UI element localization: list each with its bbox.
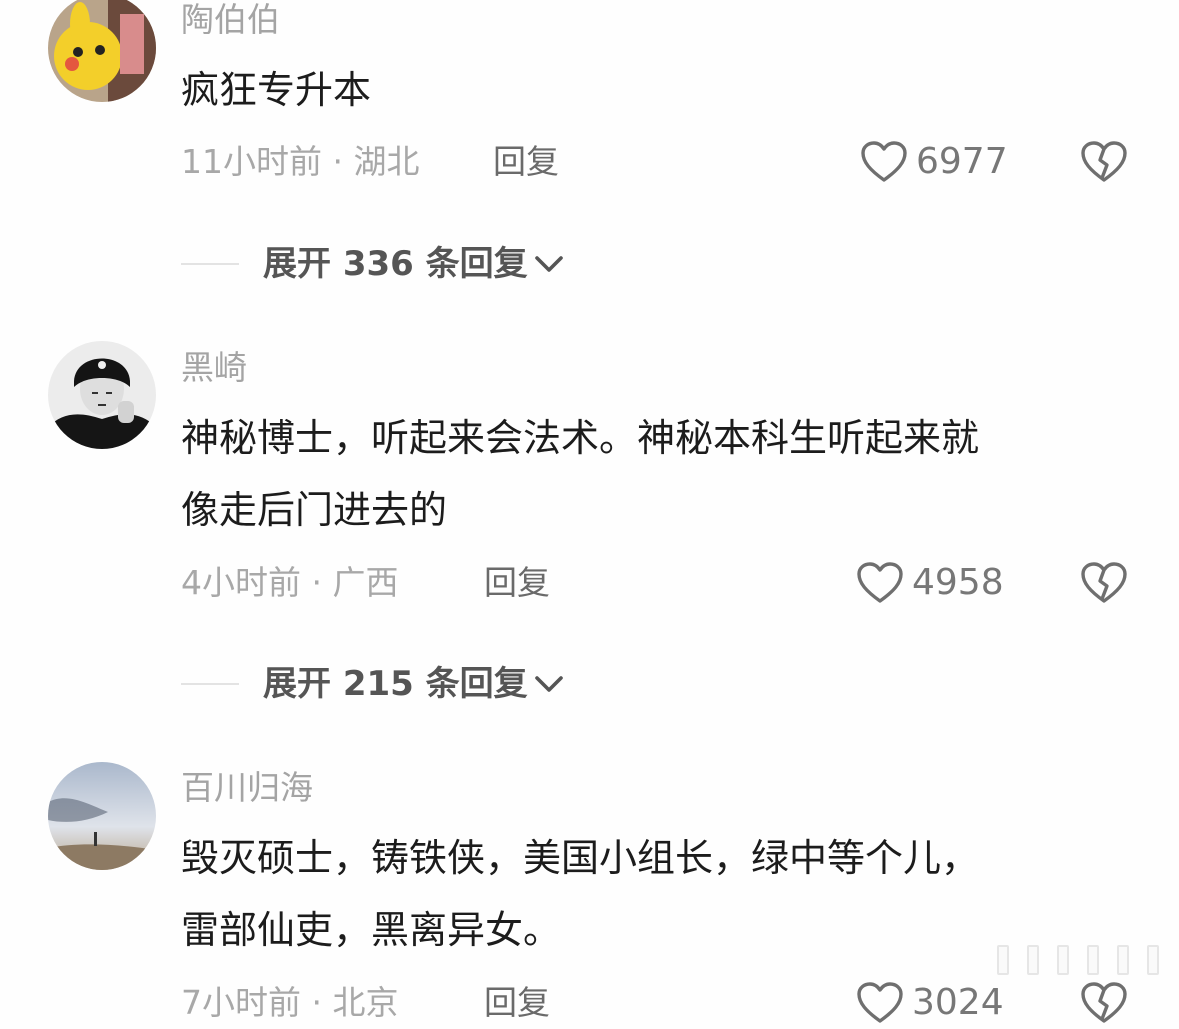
like-count: 6977 [916,141,1008,182]
comment-time-location: 11小时前 · 湖北 [181,142,420,181]
dislike-button[interactable] [1080,561,1128,609]
comment-text-line: 神秘博士，听起来会法术。神秘本科生听起来就 [181,416,980,460]
avatar[interactable] [48,762,156,870]
like-count: 3024 [912,982,1004,1023]
like-button[interactable]: 3024 [856,981,1004,1025]
comment-text: 神秘博士，听起来会法术。神秘本科生听起来就 像走后门进去的 [181,402,979,546]
like-button[interactable]: 4958 [856,561,1004,605]
dislike-button[interactable] [1080,140,1128,188]
expand-replies-label: 展开 336 条回复 [263,244,528,284]
watermark [997,945,1159,975]
expand-replies-button[interactable]: 展开 336 条回复 [181,244,564,284]
like-count: 4958 [912,562,1004,603]
broken-heart-icon [1081,562,1127,603]
broken-heart-icon [1081,141,1127,182]
broken-heart-icon [1081,982,1127,1023]
comment-text-line: 雷部仙吏，黑离异女。 [181,908,562,952]
comment-time-location: 7小时前 · 北京 [181,983,399,1022]
comment-username[interactable]: 黑崎 [181,348,247,388]
reply-button[interactable]: 回复 [484,983,550,1023]
chevron-down-icon [534,676,563,692]
reply-button[interactable]: 回复 [484,563,550,603]
chevron-down-icon [534,256,563,272]
heart-outline-icon [857,562,903,603]
comment-text-line: 毁灭硕士，铸铁侠，美国小组长，绿中等个儿， [181,836,980,880]
avatar[interactable] [48,341,156,449]
avatar[interactable] [48,0,156,102]
divider-line [181,683,239,685]
like-button[interactable]: 6977 [860,140,1008,184]
heart-outline-icon [861,141,907,182]
heart-outline-icon [857,982,903,1023]
reply-button[interactable]: 回复 [493,142,559,182]
comment-username[interactable]: 陶伯伯 [181,0,280,40]
watermark-bar [1117,945,1129,975]
watermark-bar [1027,945,1039,975]
watermark-bar [1087,945,1099,975]
dislike-button[interactable] [1080,981,1128,1029]
expand-replies-button[interactable]: 展开 215 条回复 [181,664,564,704]
watermark-bar [1057,945,1069,975]
watermark-bar [1147,945,1159,975]
comment-username[interactable]: 百川归海 [181,768,313,808]
comment-text: 毁灭硕士，铸铁侠，美国小组长，绿中等个儿， 雷部仙吏，黑离异女。 [181,822,979,966]
expand-replies-label: 展开 215 条回复 [263,664,528,704]
comment-time-location: 4小时前 · 广西 [181,563,399,602]
comment-text-line: 疯狂专升本 [181,68,372,112]
comment-text-line: 像走后门进去的 [181,488,448,532]
divider-line [181,263,239,265]
watermark-bar [997,945,1009,975]
comment-text: 疯狂专升本 [181,54,371,126]
